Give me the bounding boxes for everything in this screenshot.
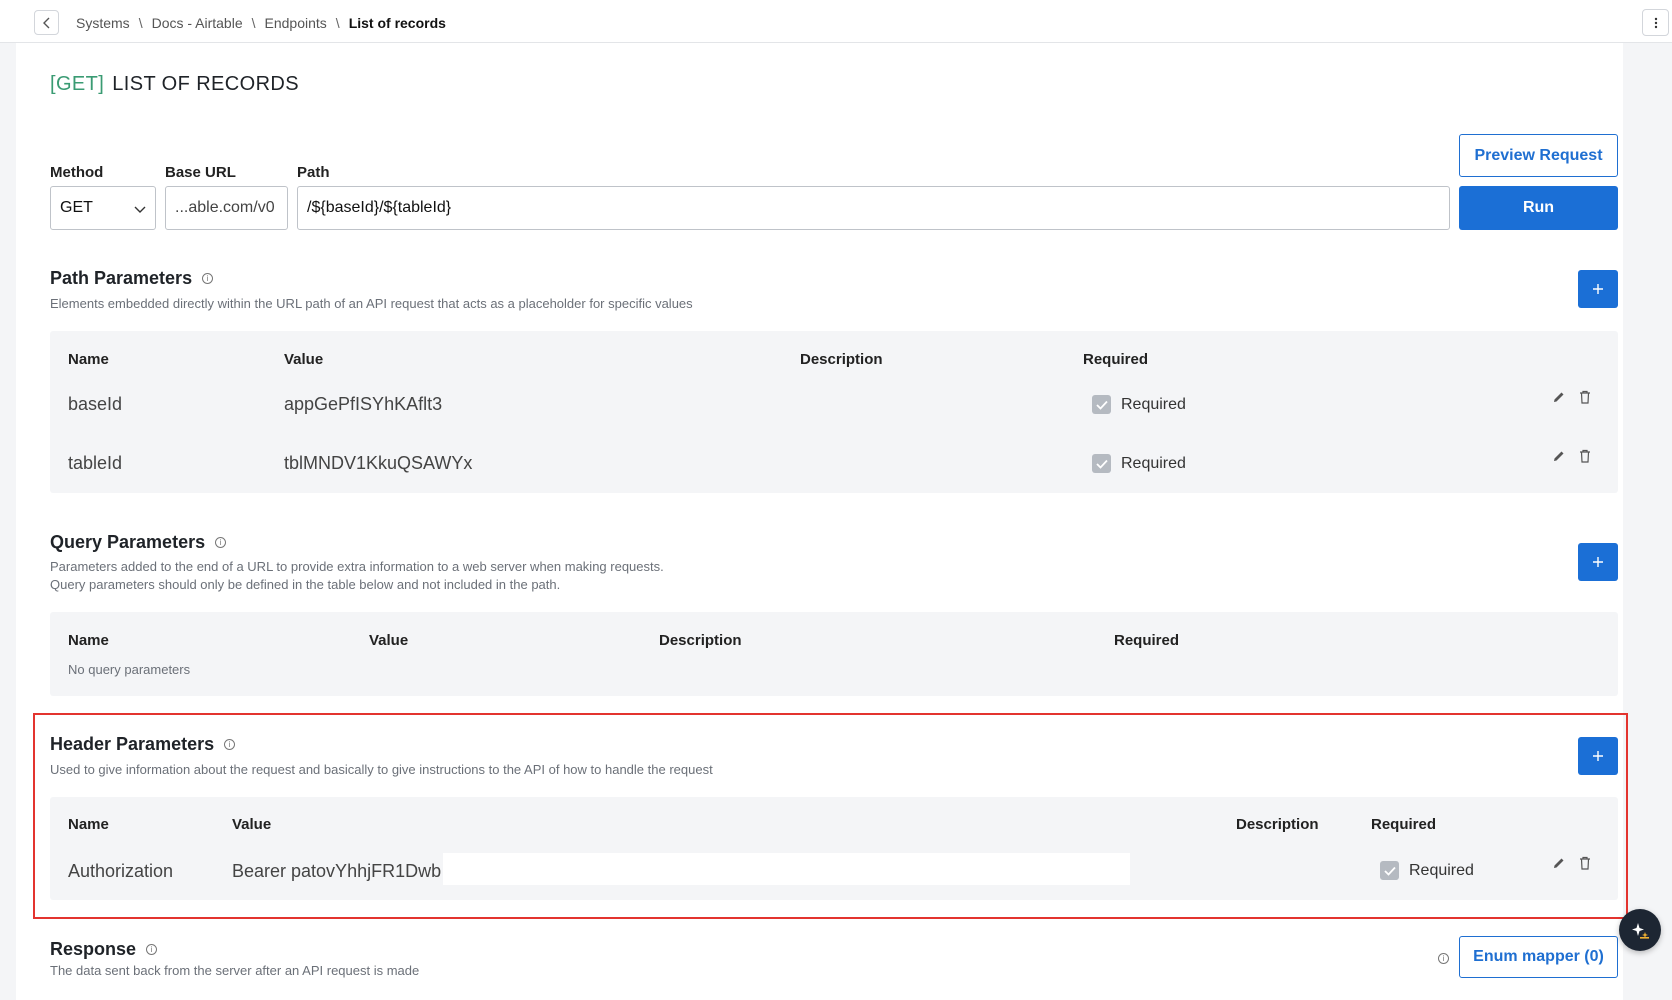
enum-mapper-button[interactable]: Enum mapper (0) <box>1459 936 1618 978</box>
response-title: Response i <box>50 939 158 960</box>
required-checkbox[interactable]: Required <box>1092 454 1186 473</box>
page-title: [GET] LIST OF RECORDS <box>50 73 299 96</box>
info-icon[interactable]: i <box>146 944 158 955</box>
param-name: tableId <box>68 453 123 473</box>
query-params-description-line1: Parameters added to the end of a URL to … <box>50 559 664 574</box>
column-header-name: Name <box>68 351 109 368</box>
param-name: Authorization <box>68 861 174 881</box>
query-params-title: Query Parameters i <box>50 532 227 553</box>
plus-icon <box>1593 751 1603 761</box>
path-params-heading: Path Parameters <box>50 268 193 288</box>
column-header-value: Value <box>284 351 324 368</box>
info-icon[interactable]: i <box>1438 953 1449 964</box>
breadcrumb-systems[interactable]: Systems <box>76 15 130 31</box>
base-url-input[interactable]: ...able.com/v0 <box>165 186 288 230</box>
param-value: Bearer patovYhhjFR1Dwb <box>232 861 442 881</box>
add-query-param-button[interactable] <box>1578 543 1618 581</box>
more-options-button[interactable] <box>1642 9 1669 36</box>
query-params-description-line2: Query parameters should only be defined … <box>50 577 561 592</box>
kebab-icon <box>1654 17 1657 28</box>
endpoint-name: LIST OF RECORDS <box>112 73 300 95</box>
column-header-description: Description <box>1236 816 1319 833</box>
query-params-heading: Query Parameters <box>50 532 206 552</box>
query-params-table <box>50 612 1618 696</box>
add-path-param-button[interactable] <box>1578 270 1618 308</box>
method-label: Method <box>50 164 104 181</box>
column-header-required: Required <box>1114 632 1180 649</box>
breadcrumb-docs-airtable[interactable]: Docs - Airtable <box>152 15 243 31</box>
breadcrumb-current: List of records <box>348 15 446 31</box>
sparkle-icon <box>1632 923 1649 939</box>
value-overflow-field <box>443 853 1130 885</box>
column-header-description: Description <box>800 351 883 368</box>
param-value: tblMNDV1KkuQSAWYx <box>284 453 473 473</box>
column-header-required: Required <box>1083 351 1149 368</box>
run-button[interactable]: Run <box>1459 186 1618 230</box>
param-value: appGePfISYhKAflt3 <box>284 394 443 414</box>
breadcrumb-separator: \ <box>251 15 256 31</box>
base-url-label: Base URL <box>165 164 236 181</box>
top-bar: Systems \ Docs - Airtable \ Endpoints \ … <box>0 0 1672 43</box>
trash-icon[interactable] <box>1578 390 1592 404</box>
back-button[interactable] <box>34 10 59 35</box>
pencil-icon[interactable] <box>1552 856 1566 870</box>
assistant-button[interactable] <box>1619 909 1661 951</box>
method-badge: [GET] <box>50 73 105 95</box>
column-header-value: Value <box>232 816 272 833</box>
info-icon[interactable]: i <box>202 273 214 284</box>
path-label: Path <box>297 164 330 181</box>
empty-state: No query parameters <box>68 662 191 677</box>
path-input[interactable]: /${baseId}/${tableId} <box>297 186 1450 230</box>
required-label: Required <box>1121 454 1186 472</box>
column-header-name: Name <box>68 816 109 833</box>
info-icon[interactable]: i <box>215 537 227 548</box>
checkbox-checked-icon <box>1380 861 1399 880</box>
column-header-description: Description <box>659 632 742 649</box>
preview-request-button[interactable]: Preview Request <box>1459 134 1618 177</box>
breadcrumb-endpoints[interactable]: Endpoints <box>265 15 327 31</box>
path-params-description: Elements embedded directly within the UR… <box>50 296 693 311</box>
column-header-value: Value <box>369 632 409 649</box>
header-params-title: Header Parameters i <box>50 734 236 755</box>
required-label: Required <box>1409 861 1474 879</box>
info-icon[interactable]: i <box>224 739 236 750</box>
query-params-description: Parameters added to the end of a URL to … <box>50 558 664 594</box>
method-select[interactable]: GET <box>50 186 156 230</box>
response-description: The data sent back from the server after… <box>50 963 420 978</box>
header-params-heading: Header Parameters <box>50 734 215 754</box>
required-checkbox[interactable]: Required <box>1092 395 1186 414</box>
pencil-icon[interactable] <box>1552 449 1566 463</box>
column-header-required: Required <box>1371 816 1437 833</box>
checkbox-checked-icon <box>1092 395 1111 414</box>
plus-icon <box>1593 557 1603 567</box>
breadcrumb-separator: \ <box>335 15 340 31</box>
method-select-value: GET <box>60 199 93 216</box>
required-checkbox[interactable]: Required <box>1380 861 1474 880</box>
checkbox-checked-icon <box>1092 454 1111 473</box>
required-label: Required <box>1121 395 1186 413</box>
plus-icon <box>1593 284 1603 294</box>
pencil-icon[interactable] <box>1552 390 1566 404</box>
response-heading: Response <box>50 939 137 959</box>
header-params-description: Used to give information about the reque… <box>50 762 713 777</box>
chevron-down-icon <box>134 206 146 213</box>
param-name: baseId <box>68 394 123 414</box>
trash-icon[interactable] <box>1578 856 1592 870</box>
column-header-name: Name <box>68 632 109 649</box>
breadcrumb: Systems \ Docs - Airtable \ Endpoints \ … <box>76 15 446 31</box>
trash-icon[interactable] <box>1578 449 1592 463</box>
path-params-title: Path Parameters i <box>50 268 214 289</box>
breadcrumb-separator: \ <box>138 15 143 31</box>
chevron-left-icon <box>42 17 49 28</box>
add-header-param-button[interactable] <box>1578 737 1618 775</box>
